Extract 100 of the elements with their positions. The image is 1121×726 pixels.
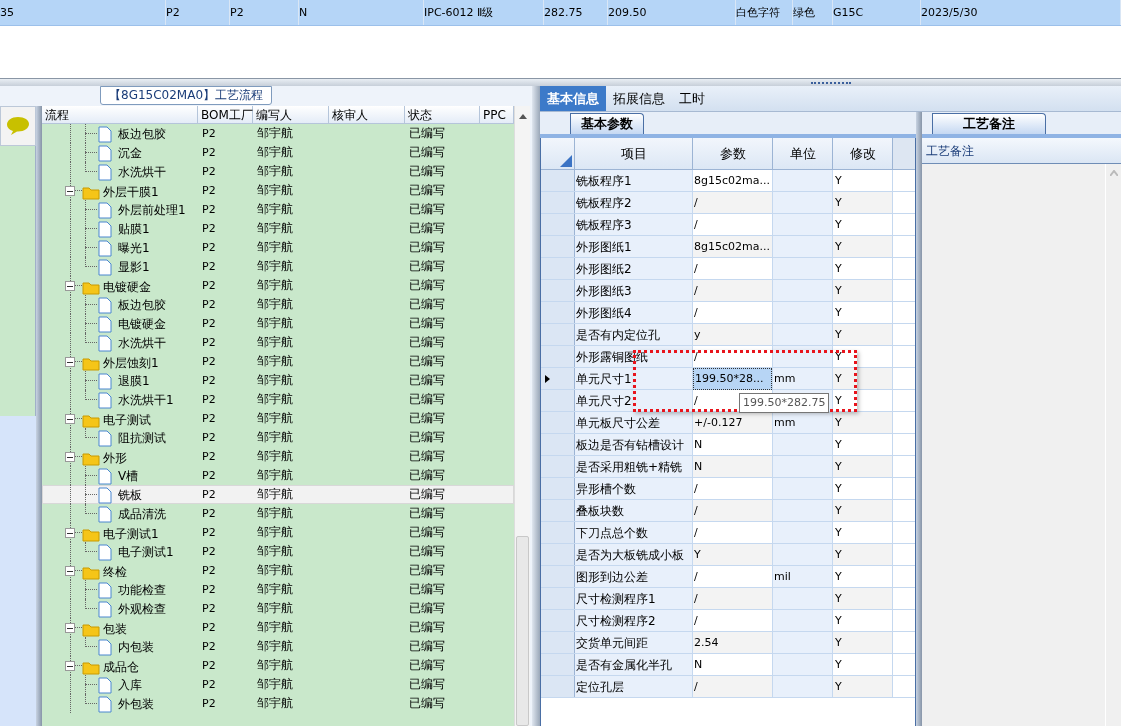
table-cell-text: P2 (201, 639, 217, 655)
table-cell[interactable]: / (693, 478, 772, 499)
table-cell[interactable]: / (693, 676, 772, 697)
table-cell-text: P2 (201, 126, 217, 142)
tab[interactable]: 基本信息 (540, 86, 606, 111)
tab[interactable]: 基本参数 (570, 113, 644, 134)
column-header[interactable]: 编写人 (253, 106, 329, 123)
table-cell-text: 已编写 (408, 600, 446, 617)
table-cell[interactable]: / (693, 588, 772, 609)
table-cell[interactable]: N (693, 654, 772, 675)
tree-label: 成品仓 (103, 659, 139, 676)
table-cell: 尺寸检测程序1 (575, 588, 693, 609)
splitter[interactable] (0, 78, 1121, 86)
table-cell[interactable]: N (693, 434, 772, 455)
document-icon (98, 467, 112, 485)
comment-button[interactable] (0, 106, 36, 146)
table-cell-text: P2 (201, 240, 217, 256)
table-cell-text: 邹宇航 (256, 163, 294, 180)
table-cell[interactable]: +/-0.127 (693, 412, 772, 433)
table-cell[interactable]: 8g15c02ma... (693, 236, 772, 257)
table-cell-text: 邹宇航 (256, 410, 294, 427)
tree-label: 外包装 (118, 696, 154, 713)
notes-area[interactable] (922, 164, 1121, 726)
table-cell[interactable]: 199.50*28... (693, 367, 772, 390)
collapse-toggle[interactable] (65, 528, 75, 538)
table-cell: Y (833, 434, 893, 455)
scroll-up-icon[interactable] (517, 112, 528, 120)
tree-label: 功能检查 (118, 582, 166, 599)
table-cell[interactable]: 8g15c02ma... (693, 170, 772, 191)
table-cell-text: 已编写 (408, 410, 446, 427)
table-cell-text: 邹宇航 (256, 581, 294, 598)
table-cell: 外形图纸3 (575, 280, 693, 301)
table-cell: Y (833, 478, 893, 499)
table-cell-text: 已编写 (408, 581, 446, 598)
tree-label: 沉金 (118, 145, 142, 162)
table-cell: 绿色 (793, 0, 833, 25)
table-cell-text: 已编写 (408, 543, 446, 560)
table-cell[interactable]: 2.54 (693, 632, 772, 653)
collapse-toggle[interactable] (65, 661, 75, 671)
table-row[interactable]: 35 P2 P2 N IPC-6012 Ⅱ级 282.75 209.50 白色字符 绿色 G15C 2023/5/30 (0, 0, 1121, 26)
column-header[interactable]: 核审人 (329, 106, 405, 123)
table-cell: Y (833, 544, 893, 565)
collapse-toggle[interactable] (65, 357, 75, 367)
table-cell-text: 邹宇航 (256, 334, 294, 351)
table-cell-text: 邹宇航 (256, 486, 294, 503)
table-cell: Y (833, 588, 893, 609)
scroll-thumb[interactable] (516, 536, 529, 726)
table-cell-text: 已编写 (408, 448, 446, 465)
row-indicator[interactable] (541, 368, 575, 389)
collapse-toggle[interactable] (65, 186, 75, 196)
table-cell: Y (833, 192, 893, 213)
tab[interactable]: 拓展信息 (606, 86, 672, 111)
document-icon (98, 125, 112, 143)
table-cell[interactable]: / (693, 280, 772, 301)
tree-row[interactable]: 铣板 P2 邹宇航 已编写 (42, 485, 514, 504)
column-header[interactable]: 流程 (42, 106, 198, 123)
table-cell[interactable]: / (693, 610, 772, 631)
column-header[interactable]: 状态 (405, 106, 480, 123)
table-cell[interactable]: / (693, 566, 772, 587)
table-cell-text: P2 (201, 164, 217, 180)
table-cell-text: 邹宇航 (256, 125, 294, 142)
tab[interactable]: 工时 (672, 86, 712, 111)
collapse-toggle[interactable] (65, 414, 75, 424)
panel-title: 【8G15C02MA0】工艺流程 (100, 86, 273, 105)
table-cell: Y (833, 500, 893, 521)
table-cell-text: 邹宇航 (256, 144, 294, 161)
table-cell[interactable]: y (693, 324, 772, 345)
table-cell: G15C (833, 0, 921, 25)
table-cell[interactable]: / (693, 522, 772, 543)
collapse-toggle[interactable] (65, 566, 75, 576)
splitter[interactable] (916, 112, 922, 726)
tree-label: 水洗烘干 (118, 164, 166, 181)
collapse-toggle[interactable] (65, 452, 75, 462)
table-cell-text: 已编写 (408, 638, 446, 655)
table-cell-text: 邹宇航 (256, 657, 294, 674)
table-cell[interactable]: / (693, 214, 772, 235)
table-cell[interactable]: N (693, 456, 772, 477)
column-header[interactable]: BOM工厂 (198, 106, 253, 123)
table-cell-text: 邹宇航 (256, 391, 294, 408)
column-header[interactable]: 单位 (773, 138, 833, 169)
document-icon (98, 600, 112, 618)
table-cell: Y (833, 610, 893, 631)
table-cell[interactable]: / (693, 302, 772, 323)
collapse-toggle[interactable] (65, 623, 75, 633)
splitter[interactable] (36, 106, 42, 726)
speech-bubble-icon[interactable] (6, 116, 30, 136)
column-header[interactable]: 项目 (575, 138, 693, 169)
table-cell[interactable]: / (693, 500, 772, 521)
column-header[interactable]: 参数 (693, 138, 773, 169)
table-cell[interactable]: / (693, 346, 772, 367)
collapse-toggle[interactable] (65, 281, 75, 291)
scrollbar[interactable] (514, 106, 530, 726)
table-cell: Y (833, 324, 893, 345)
document-icon (98, 258, 112, 276)
tree-label: 外层干膜1 (103, 184, 159, 201)
table-cell: 是否为大板铣成小板 (575, 544, 693, 565)
table-cell[interactable]: / (693, 258, 772, 279)
tab[interactable]: 工艺备注 (932, 113, 1046, 134)
table-cell[interactable]: Y (693, 544, 772, 565)
table-cell[interactable]: / (693, 192, 772, 213)
